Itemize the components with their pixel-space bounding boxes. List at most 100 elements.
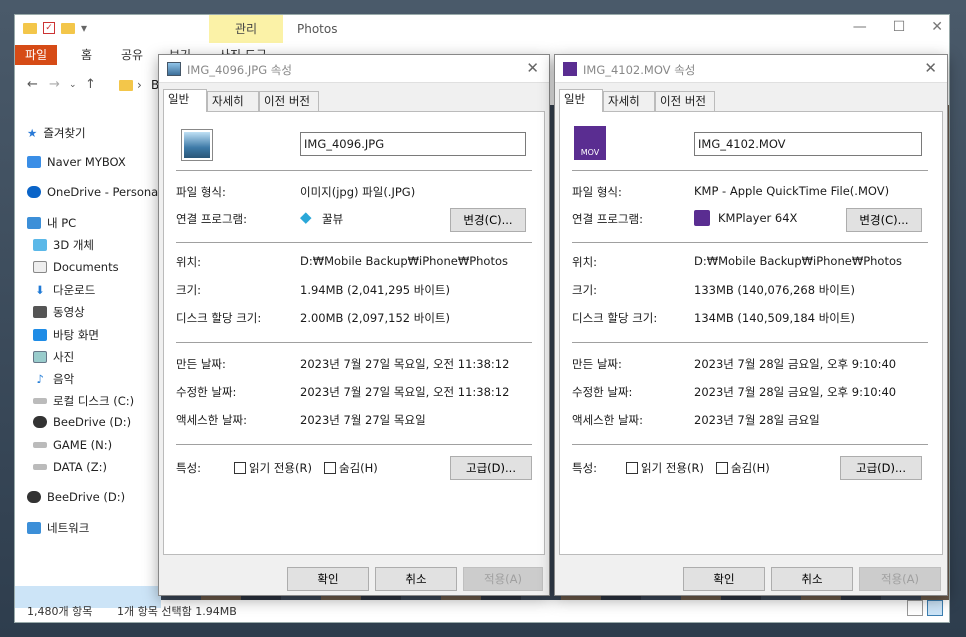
nav-item-beedrive-d[interactable]: BeeDrive (D:) [33, 415, 131, 429]
folder-icon[interactable] [23, 22, 37, 34]
separator [572, 242, 928, 243]
change-program-button[interactable]: 변경(C)... [450, 208, 526, 232]
properties-check-icon[interactable]: ✓ [43, 22, 55, 34]
ok-button[interactable]: 확인 [683, 567, 765, 591]
checkbox-box[interactable] [324, 462, 336, 474]
forward-arrow-icon[interactable]: → [49, 77, 60, 92]
filename-field[interactable]: IMG_4102.MOV [694, 132, 922, 156]
properties-dialog-mov: IMG_4102.MOV 속성 ✕ 일반 자세히 이전 버전 MOV IMG_4… [554, 54, 948, 596]
large-icons-view-icon[interactable] [927, 600, 943, 616]
navigation-bar: ← → ⌄ ↑ › B [15, 73, 165, 99]
hidden-checkbox[interactable]: 숨김(H) [324, 460, 378, 476]
address-separator-icon: › [137, 78, 142, 92]
opens-with-value: 꿀뷰 [322, 212, 344, 226]
image-file-icon [167, 62, 181, 76]
attributes-label: 특성: [176, 461, 202, 475]
hidden-checkbox[interactable]: 숨김(H) [716, 460, 770, 476]
properties-dialog-jpg: IMG_4096.JPG 속성 ✕ 일반 자세히 이전 버전 IMG_4096.… [158, 54, 550, 596]
kmplayer-icon [694, 210, 710, 226]
location-label: 위치: [572, 255, 598, 269]
maximize-icon[interactable]: ☐ [893, 19, 906, 35]
tab-previous-versions[interactable]: 이전 버전 [259, 91, 319, 111]
nav-item-naver-mybox[interactable]: Naver MYBOX [27, 155, 126, 169]
nav-item-music[interactable]: ♪ 음악 [33, 371, 74, 387]
nav-item-pictures[interactable]: 사진 [33, 349, 74, 365]
checkbox-box[interactable] [234, 462, 246, 474]
close-icon[interactable]: ✕ [931, 19, 943, 35]
checkbox-box[interactable] [626, 462, 638, 474]
readonly-checkbox[interactable]: 읽기 전용(R) [626, 460, 704, 476]
accessed-value: 2023년 7월 28일 금요일 [694, 413, 820, 427]
checkbox-box[interactable] [716, 462, 728, 474]
nav-item-local-disk-c[interactable]: 로컬 디스크 (C:) [33, 393, 134, 409]
network-icon [27, 522, 41, 534]
opens-with-label: 연결 프로그램: [572, 212, 644, 226]
cloud-box-icon [27, 156, 41, 168]
separator [176, 170, 532, 171]
status-selection: 1개 항목 선택함 1.94MB [117, 605, 237, 618]
change-program-button[interactable]: 변경(C)... [846, 208, 922, 232]
advanced-button[interactable]: 고급(D)... [840, 456, 922, 480]
nav-item-downloads[interactable]: ⬇ 다운로드 [33, 282, 95, 298]
cancel-button[interactable]: 취소 [771, 567, 853, 591]
nav-item-favorites[interactable]: ★ 즐겨찾기 [27, 125, 86, 141]
tab-home[interactable]: 홈 [71, 45, 102, 65]
close-icon[interactable]: ✕ [526, 59, 539, 77]
close-icon[interactable]: ✕ [924, 59, 937, 77]
details-view-icon[interactable] [907, 600, 923, 616]
nav-item-network[interactable]: 네트워크 [27, 520, 89, 536]
nav-item-data-z[interactable]: DATA (Z:) [33, 460, 107, 474]
size-on-disk-value: 2.00MB (2,097,152 바이트) [300, 311, 450, 325]
attributes-label: 특성: [572, 461, 598, 475]
recent-chevron-icon[interactable]: ⌄ [69, 80, 77, 90]
nav-item-videos[interactable]: 동영상 [33, 304, 85, 320]
size-on-disk-label: 디스크 할당 크기: [572, 311, 658, 325]
ribbon-context-tab[interactable]: 관리 [209, 15, 283, 43]
file-type-value: 이미지(jpg) 파일(.JPG) [300, 185, 416, 199]
drive-icon [33, 442, 47, 448]
nav-item-3d-objects[interactable]: 3D 개체 [33, 237, 94, 253]
nav-item-this-pc[interactable]: 내 PC [27, 215, 76, 231]
tab-details[interactable]: 자세히 [207, 91, 259, 111]
nav-item-beedrive-d-root[interactable]: BeeDrive (D:) [27, 490, 125, 504]
tab-share[interactable]: 공유 [111, 45, 153, 65]
tab-previous-versions[interactable]: 이전 버전 [655, 91, 715, 111]
modified-label: 수정한 날짜: [572, 385, 633, 399]
beedrive-icon [27, 491, 41, 503]
view-toggle [907, 600, 943, 616]
nav-item-desktop[interactable]: 바탕 화면 [33, 327, 99, 343]
accessed-label: 액세스한 날짜: [176, 413, 248, 427]
apply-button[interactable]: 적용(A) [463, 567, 543, 591]
readonly-checkbox[interactable]: 읽기 전용(R) [234, 460, 312, 476]
tab-file[interactable]: 파일 [15, 45, 58, 65]
explorer-titlebar: ✓ ▾ 관리 Photos — ☐ ✕ [15, 15, 949, 43]
drive-icon [33, 398, 47, 404]
nav-item-onedrive[interactable]: OneDrive - Personal [27, 185, 161, 199]
cancel-button[interactable]: 취소 [375, 567, 457, 591]
back-arrow-icon[interactable]: ← [27, 77, 38, 92]
up-arrow-icon[interactable]: ↑ [85, 77, 96, 92]
music-icon: ♪ [36, 372, 44, 386]
advanced-button[interactable]: 고급(D)... [450, 456, 532, 480]
tab-general[interactable]: 일반 [559, 89, 603, 112]
created-value: 2023년 7월 28일 금요일, 오후 9:10:40 [694, 357, 897, 371]
ok-button[interactable]: 확인 [287, 567, 369, 591]
customize-toolbar-icon[interactable]: ▾ [81, 21, 87, 35]
tab-details[interactable]: 자세히 [603, 91, 655, 111]
minimize-icon[interactable]: — [853, 19, 867, 35]
beedrive-icon [33, 416, 47, 428]
separator [572, 170, 928, 171]
drive-icon [33, 464, 47, 470]
filename-field[interactable]: IMG_4096.JPG [300, 132, 526, 156]
created-label: 만든 날짜: [572, 357, 622, 371]
nav-item-game-n[interactable]: GAME (N:) [33, 438, 112, 452]
honeyview-icon: ◆ [300, 208, 312, 226]
window-title: Photos [297, 22, 338, 36]
window-controls: — ☐ ✕ [853, 19, 943, 35]
nav-item-documents[interactable]: Documents [33, 260, 119, 274]
apply-button[interactable]: 적용(A) [859, 567, 941, 591]
tab-general[interactable]: 일반 [163, 89, 207, 112]
onedrive-icon [27, 186, 41, 198]
new-folder-icon[interactable] [61, 22, 75, 34]
jpg-file-icon [181, 129, 213, 161]
